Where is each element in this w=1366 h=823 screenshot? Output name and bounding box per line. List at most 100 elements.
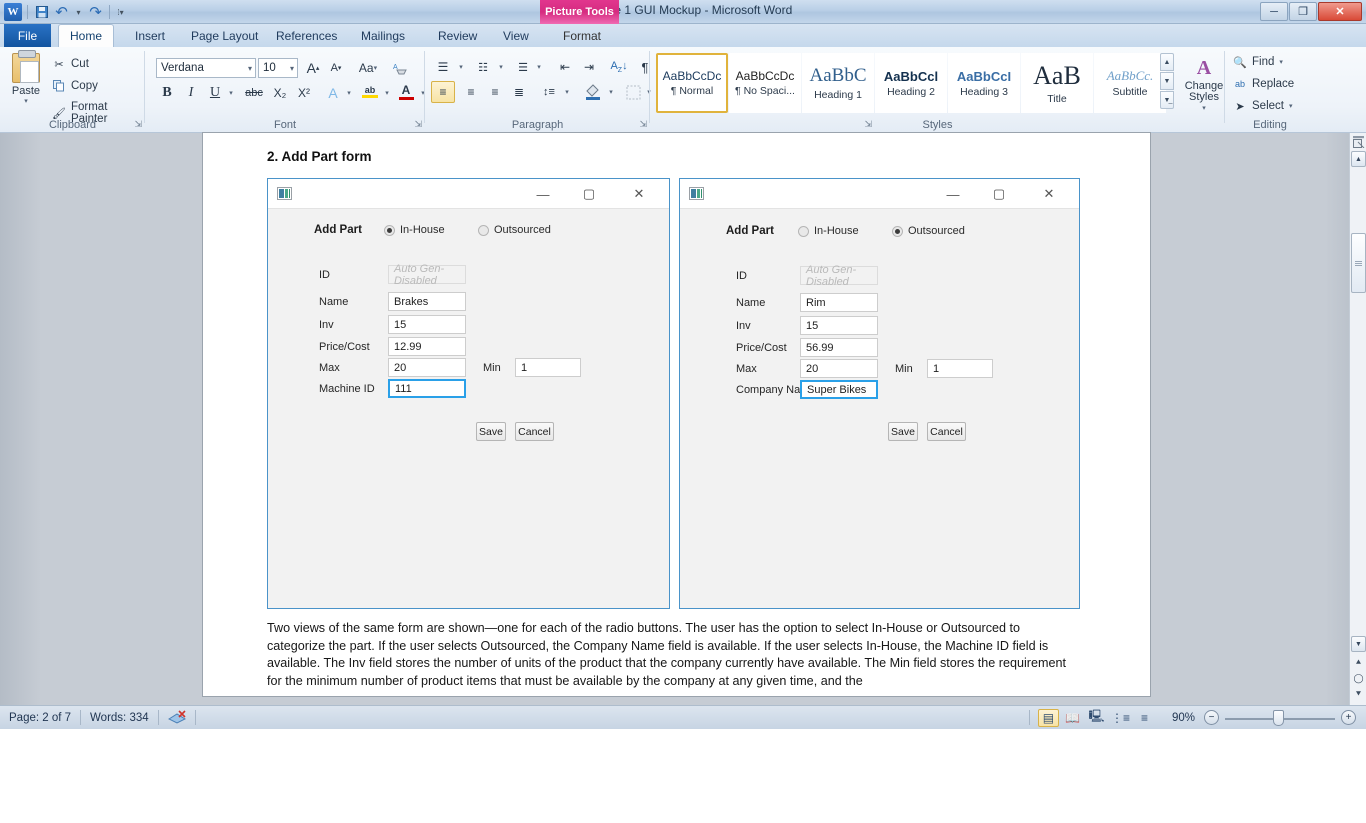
paste-dropdown-icon[interactable]: ▾	[24, 97, 28, 105]
mockup-minimize-icon[interactable]: —	[525, 179, 561, 209]
zoom-out-button[interactable]: −	[1204, 710, 1219, 725]
input-inv[interactable]: 15	[388, 315, 466, 334]
subscript-button[interactable]: X₂	[269, 83, 291, 103]
style-item-title[interactable]: AaB Title	[1021, 53, 1093, 113]
tab-insert[interactable]: Insert	[124, 24, 176, 47]
style-item-heading-2[interactable]: AaBbCcl Heading 2	[875, 53, 947, 113]
proofing-errors-icon[interactable]	[159, 706, 195, 730]
text-effects-dropdown-icon[interactable]: ▾	[343, 83, 355, 103]
mockup-close-icon[interactable]: ✕	[1031, 179, 1067, 209]
style-item-subtitle[interactable]: AaBbCc. Subtitle	[1094, 53, 1166, 113]
justify-icon[interactable]: ≣	[507, 81, 531, 103]
full-screen-reading-view-icon[interactable]: 📖	[1062, 709, 1083, 727]
zoom-slider-thumb[interactable]	[1273, 709, 1284, 726]
select-dropdown-icon[interactable]: ▾	[1289, 102, 1293, 110]
borders-icon[interactable]	[621, 81, 645, 103]
document-page[interactable]: 2. Add Part form — ▢ ✕ Add Part In-House	[203, 133, 1150, 696]
input-price-cost[interactable]: 12.99	[388, 337, 466, 356]
scrollbar-thumb[interactable]	[1351, 233, 1366, 293]
align-left-icon[interactable]: ≡	[431, 81, 455, 103]
font-size-combobox[interactable]: 10 ▾	[258, 58, 298, 78]
tab-page-layout[interactable]: Page Layout	[180, 24, 269, 47]
copy-button[interactable]: Copy	[52, 79, 98, 93]
shading-icon[interactable]	[581, 81, 605, 103]
save-button[interactable]: Save	[888, 422, 918, 441]
radio-outsourced[interactable]: Outsourced	[478, 224, 551, 236]
zoom-level[interactable]: 90%	[1163, 706, 1204, 730]
radio-button[interactable]	[892, 225, 903, 237]
input-min[interactable]: 1	[515, 358, 581, 377]
outline-view-icon[interactable]: ⋮≡	[1110, 709, 1131, 727]
tab-view[interactable]: View	[492, 24, 540, 47]
paste-button[interactable]: Paste ▾	[6, 50, 46, 113]
next-page-icon[interactable]: ⯆	[1352, 688, 1365, 701]
input-name[interactable]: Brakes	[388, 292, 466, 311]
bold-button[interactable]: B	[157, 83, 177, 103]
mockup-maximize-icon[interactable]: ▢	[571, 179, 607, 209]
styles-more-icon[interactable]: ▼̲	[1160, 91, 1174, 109]
ruler-icon[interactable]	[1352, 135, 1365, 148]
radio-button[interactable]	[384, 224, 395, 236]
minimize-button[interactable]: ─	[1260, 2, 1288, 21]
input-company-name[interactable]: Super Bikes	[800, 380, 878, 399]
style-item-heading-1[interactable]: AaBbC Heading 1	[802, 53, 874, 113]
font-name-combobox[interactable]: Verdana ▾	[156, 58, 256, 78]
styles-scroll-down-icon[interactable]: ▼	[1160, 72, 1174, 90]
vertical-scrollbar[interactable]: ▲ ▼ ⯅ ◯ ⯆	[1349, 133, 1366, 705]
grow-font-button[interactable]: A ▴	[302, 58, 324, 78]
scroll-up-button[interactable]: ▲	[1351, 151, 1366, 167]
font-color-button[interactable]: A	[395, 79, 417, 103]
previous-page-icon[interactable]: ⯅	[1352, 656, 1365, 669]
radio-in-house[interactable]: In-House	[384, 224, 445, 236]
increase-indent-icon[interactable]: ⇥	[577, 57, 601, 77]
align-center-icon[interactable]: ≡	[459, 81, 483, 103]
word-count[interactable]: Words: 334	[81, 706, 158, 730]
radio-button[interactable]	[798, 225, 809, 237]
zoom-slider[interactable]	[1225, 709, 1335, 727]
change-case-button[interactable]: Aa ▾	[353, 58, 383, 78]
mockup-minimize-icon[interactable]: —	[935, 179, 971, 209]
input-inv[interactable]: 15	[800, 316, 878, 335]
mockup-close-icon[interactable]: ✕	[621, 179, 657, 209]
bullets-icon[interactable]: ☰	[431, 57, 455, 77]
find-dropdown-icon[interactable]: ▾	[1279, 58, 1283, 66]
replace-button[interactable]: ab Replace	[1233, 77, 1294, 91]
cancel-button[interactable]: Cancel	[515, 422, 554, 441]
zoom-in-button[interactable]: +	[1341, 710, 1356, 725]
strikethrough-button[interactable]: abc	[241, 83, 267, 103]
input-max[interactable]: 20	[388, 358, 466, 377]
styles-scroll-up-icon[interactable]: ▲	[1160, 53, 1174, 71]
save-button[interactable]: Save	[476, 422, 506, 441]
web-layout-view-icon[interactable]: 🖳	[1086, 709, 1107, 727]
multilevel-list-icon[interactable]: ☰	[511, 57, 535, 77]
cut-button[interactable]: ✂ Cut	[52, 57, 89, 71]
tab-format[interactable]: Format	[552, 24, 612, 47]
close-button[interactable]: ✕	[1318, 2, 1362, 21]
highlight-dropdown-icon[interactable]: ▾	[381, 83, 393, 103]
italic-button[interactable]: I	[181, 83, 201, 103]
tab-mailings[interactable]: Mailings	[350, 24, 416, 47]
style-item-normal[interactable]: AaBbCcDc ¶ Normal	[656, 53, 728, 113]
chevron-down-icon[interactable]: ▾	[248, 64, 252, 73]
sort-icon[interactable]: AZ↓	[607, 57, 631, 77]
clipboard-dialog-launcher[interactable]: ⇲	[134, 119, 142, 130]
input-min[interactable]: 1	[927, 359, 993, 378]
numbering-icon[interactable]: ☷	[471, 57, 495, 77]
tab-file[interactable]: File	[4, 24, 51, 47]
paragraph-dialog-launcher[interactable]: ⇲	[639, 119, 647, 130]
cancel-button[interactable]: Cancel	[927, 422, 966, 441]
decrease-indent-icon[interactable]: ⇤	[553, 57, 577, 77]
radio-button[interactable]	[478, 224, 489, 236]
highlight-button[interactable]: ab	[359, 79, 381, 103]
underline-button[interactable]: U	[205, 83, 225, 103]
chevron-down-icon[interactable]: ▾	[290, 64, 294, 73]
restore-button[interactable]: ❐	[1289, 2, 1317, 21]
tab-home[interactable]: Home	[58, 24, 115, 47]
scroll-down-button[interactable]: ▼	[1351, 636, 1366, 652]
input-machine-id[interactable]: 111	[388, 379, 466, 398]
styles-dialog-launcher[interactable]: ⇲	[864, 119, 872, 130]
superscript-button[interactable]: X²	[293, 83, 315, 103]
multilevel-dropdown-icon[interactable]: ▾	[533, 57, 545, 77]
input-name[interactable]: Rim	[800, 293, 878, 312]
input-max[interactable]: 20	[800, 359, 878, 378]
